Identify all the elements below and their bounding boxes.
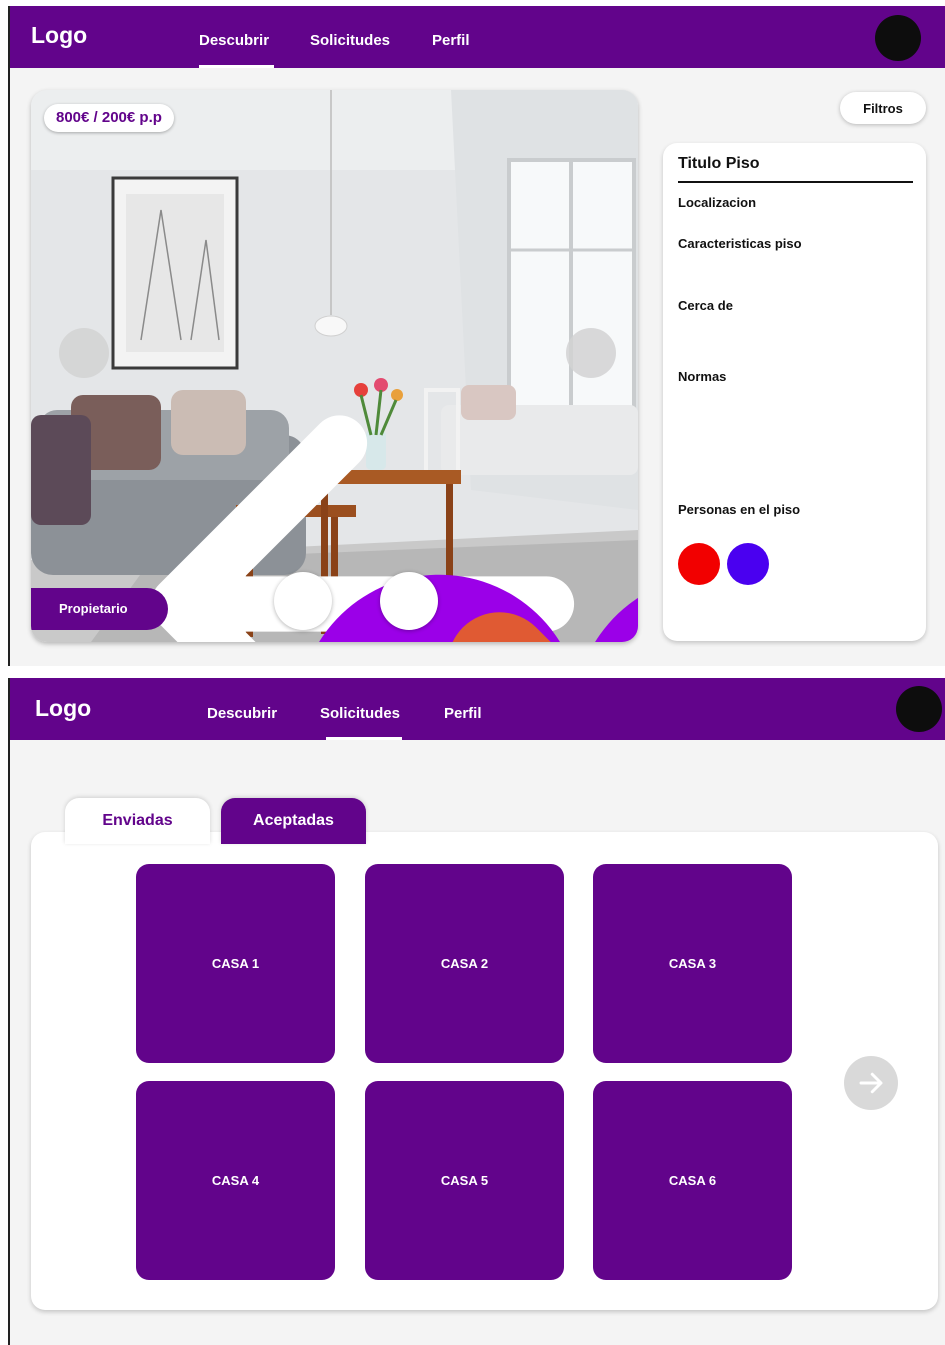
roommate-avatar[interactable] <box>727 543 769 585</box>
next-page-button[interactable] <box>844 1056 898 1110</box>
house-card[interactable]: CASA 1 <box>136 864 335 1063</box>
nav-tab-perfil[interactable]: Perfil <box>432 32 470 49</box>
house-card[interactable]: CASA 3 <box>593 864 792 1063</box>
nav-tab-perfil[interactable]: Perfil <box>444 705 482 722</box>
arrow-right-icon <box>859 1072 883 1094</box>
nav-tab-solicitudes[interactable]: Solicitudes <box>310 32 390 49</box>
house-card[interactable]: CASA 5 <box>365 1081 564 1280</box>
roommate-avatar[interactable] <box>678 543 720 585</box>
avatar[interactable] <box>875 15 921 61</box>
house-card[interactable]: CASA 6 <box>593 1081 792 1280</box>
logo[interactable]: Logo <box>35 695 91 722</box>
tab-aceptadas[interactable]: Aceptadas <box>221 798 366 844</box>
people-label: Personas en el piso <box>678 502 801 517</box>
active-tab-indicator <box>199 65 274 68</box>
top-navigation-bar: Logo Descubrir Solicitudes Perfil <box>8 6 945 68</box>
nav-tab-descubrir[interactable]: Descubrir <box>199 32 269 49</box>
price-label: 800€ / 200€ p.p <box>44 104 174 132</box>
next-photo-button[interactable] <box>566 328 616 378</box>
title-divider <box>678 181 913 183</box>
listing-photo-card: 800€ / 200€ p.p Propietario <box>31 90 638 642</box>
dislike-button[interactable] <box>380 572 551 642</box>
discover-screen: Logo Descubrir Solicitudes Perfil 800€ /… <box>8 6 945 666</box>
house-card[interactable]: CASA 2 <box>365 864 564 1063</box>
tab-enviadas[interactable]: Enviadas <box>65 798 210 844</box>
nearby-label: Cerca de <box>678 298 733 313</box>
house-card[interactable]: CASA 4 <box>136 1081 335 1280</box>
logo[interactable]: Logo <box>31 22 87 49</box>
avatar[interactable] <box>896 686 942 732</box>
features-label: Caracteristicas piso <box>678 236 802 251</box>
requests-screen: Logo Descubrir Solicitudes Perfil Enviad… <box>8 678 945 1345</box>
filters-button[interactable]: Filtros <box>840 92 926 124</box>
active-tab-indicator <box>326 737 402 740</box>
close-icon <box>453 612 551 642</box>
previous-photo-button[interactable] <box>59 328 575 642</box>
location-label: Localizacion <box>678 195 757 210</box>
nav-tab-descubrir[interactable]: Descubrir <box>207 705 277 722</box>
like-button[interactable] <box>274 572 638 642</box>
nav-tab-solicitudes[interactable]: Solicitudes <box>320 705 400 722</box>
rules-label: Normas <box>678 369 727 384</box>
listing-title: Titulo Piso <box>678 155 760 172</box>
top-navigation-bar: Logo Descubrir Solicitudes Perfil <box>8 678 945 740</box>
owner-button[interactable]: Propietario <box>31 588 168 630</box>
listing-details-card: Titulo Piso Localizacion Caracteristicas… <box>663 143 926 641</box>
